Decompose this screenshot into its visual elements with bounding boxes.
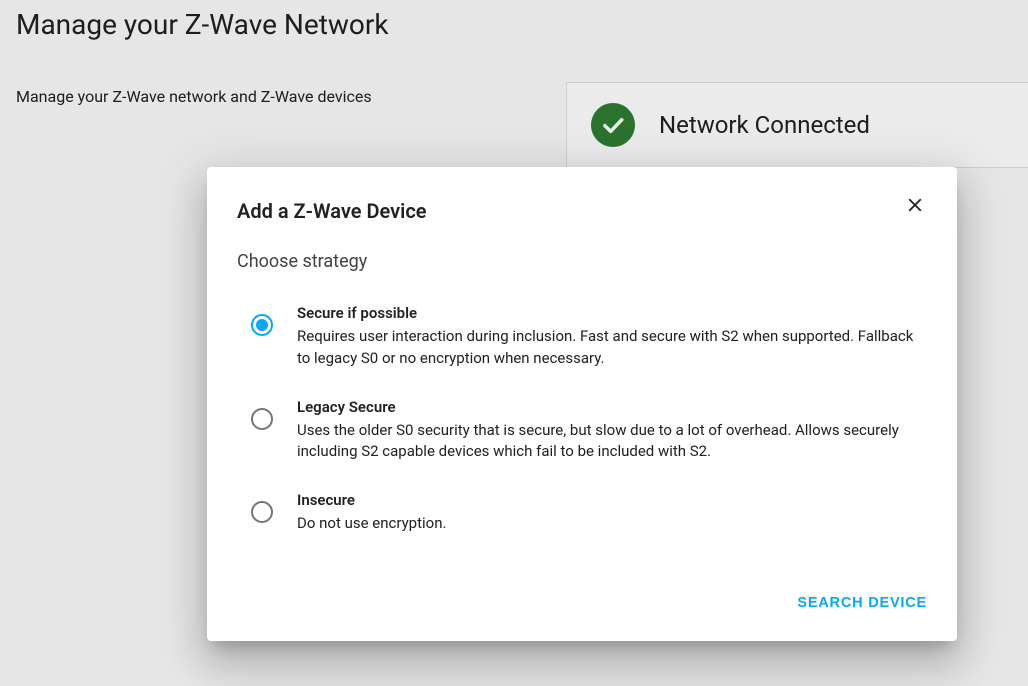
close-icon — [904, 194, 926, 220]
radio-legacy-secure[interactable] — [251, 408, 273, 430]
option-description: Uses the older S0 security that is secur… — [297, 420, 915, 464]
add-device-dialog: Add a Z-Wave Device Choose strategy Secu… — [207, 167, 957, 641]
radio-insecure[interactable] — [251, 501, 273, 523]
option-description: Requires user interaction during inclusi… — [297, 326, 915, 370]
dialog-title: Add a Z-Wave Device — [237, 199, 427, 223]
option-title: Insecure — [297, 491, 915, 509]
option-secure-if-possible[interactable]: Secure if possible Requires user interac… — [237, 290, 927, 384]
close-button[interactable] — [903, 195, 927, 219]
option-description: Do not use encryption. — [297, 513, 915, 535]
radio-secure-if-possible[interactable] — [251, 314, 273, 336]
dialog-subheading: Choose strategy — [207, 223, 957, 290]
search-device-button[interactable]: SEARCH DEVICE — [789, 587, 935, 619]
option-title: Secure if possible — [297, 304, 915, 322]
option-insecure[interactable]: Insecure Do not use encryption. — [237, 477, 927, 549]
strategy-options: Secure if possible Requires user interac… — [207, 290, 957, 569]
option-legacy-secure[interactable]: Legacy Secure Uses the older S0 security… — [237, 384, 927, 478]
option-title: Legacy Secure — [297, 398, 915, 416]
